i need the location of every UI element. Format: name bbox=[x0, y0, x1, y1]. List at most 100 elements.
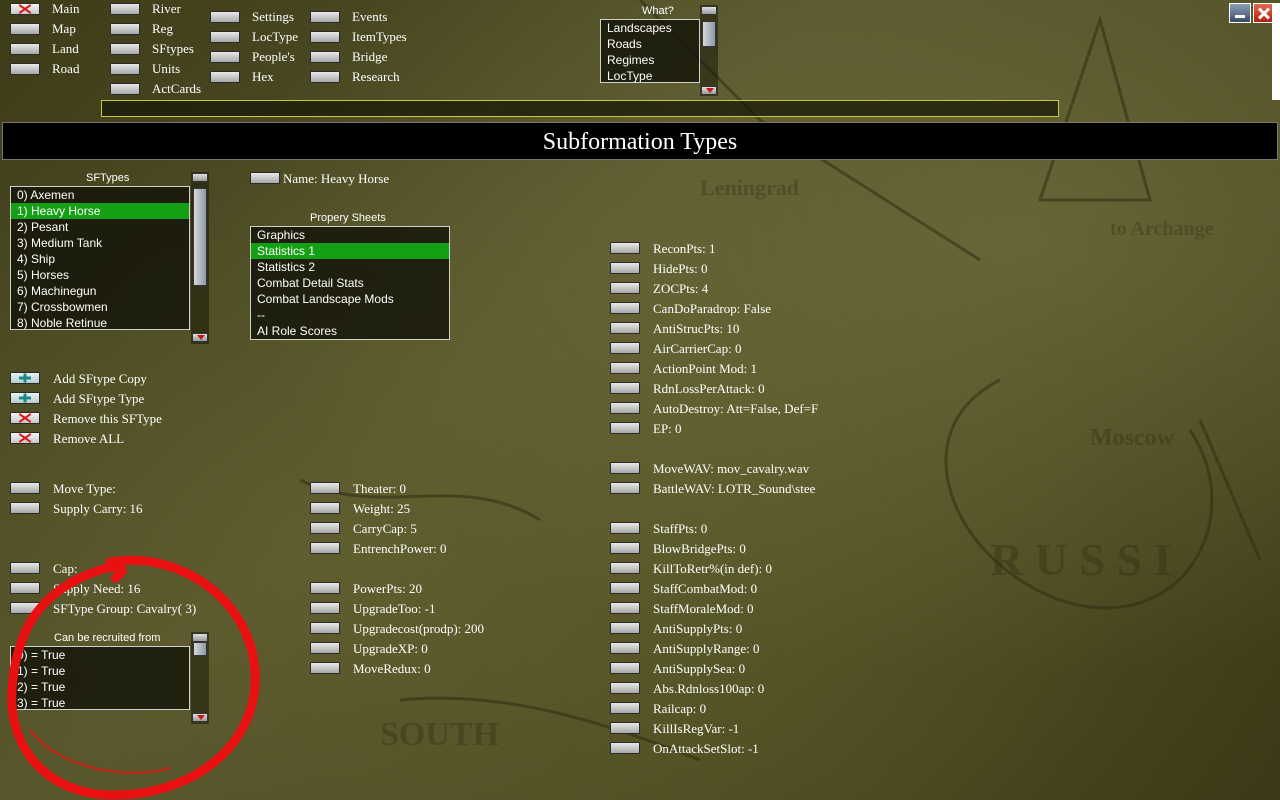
minimize-button[interactable] bbox=[1229, 3, 1251, 23]
hidepts-button[interactable] bbox=[610, 262, 640, 274]
battlewav-button[interactable] bbox=[610, 482, 640, 494]
supply-need-button[interactable] bbox=[10, 582, 40, 594]
property-sheet-item[interactable]: Statistics 2 bbox=[251, 259, 449, 275]
map-button[interactable] bbox=[10, 23, 40, 35]
add-sftype-copy-button[interactable] bbox=[10, 372, 40, 384]
sftype-item[interactable]: 7) Crossbowmen bbox=[11, 299, 189, 315]
what-list[interactable]: Landscapes Roads Regimes LocType bbox=[600, 19, 700, 83]
window-edge-scrollbar[interactable] bbox=[1272, 3, 1280, 100]
ep-button[interactable] bbox=[610, 422, 640, 434]
railcap-button[interactable] bbox=[610, 702, 640, 714]
staffpts-button[interactable] bbox=[610, 522, 640, 534]
scroll-down-arrow[interactable] bbox=[192, 333, 208, 342]
scroll-up-arrow[interactable] bbox=[192, 173, 208, 182]
recruit-item[interactable]: 3) = True bbox=[11, 695, 189, 709]
aircarriercap-button[interactable] bbox=[610, 342, 640, 354]
antisupplypts-button[interactable] bbox=[610, 622, 640, 634]
recruit-scrollbar[interactable] bbox=[191, 632, 209, 724]
autodestroy-button[interactable] bbox=[610, 402, 640, 414]
sftype-group-button[interactable] bbox=[10, 602, 40, 614]
sftype-item[interactable]: 0) Axemen bbox=[11, 187, 189, 203]
remove-sftype-button[interactable] bbox=[10, 412, 40, 424]
remove-all-button[interactable] bbox=[10, 432, 40, 444]
sftype-item[interactable]: 5) Horses bbox=[11, 267, 189, 283]
recruit-item[interactable]: 1) = True bbox=[11, 663, 189, 679]
units-button[interactable] bbox=[110, 63, 140, 75]
sftype-item[interactable]: 3) Medium Tank bbox=[11, 235, 189, 251]
actionpointmod-button[interactable] bbox=[610, 362, 640, 374]
zocpts-button[interactable] bbox=[610, 282, 640, 294]
theater-button[interactable] bbox=[310, 482, 340, 494]
killtoretr-button[interactable] bbox=[610, 562, 640, 574]
reg-button[interactable] bbox=[110, 23, 140, 35]
property-sheet-item[interactable]: Combat Landscape Mods bbox=[251, 291, 449, 307]
entrenchpower-button[interactable] bbox=[310, 542, 340, 554]
bridge-button[interactable] bbox=[310, 51, 340, 63]
property-sheet-item[interactable]: AI Role Scores bbox=[251, 323, 449, 339]
land-button[interactable] bbox=[10, 43, 40, 55]
recruit-item[interactable]: 0) = True bbox=[11, 647, 189, 663]
research-button[interactable] bbox=[310, 71, 340, 83]
property-sheet-item-selected[interactable]: Statistics 1 bbox=[251, 243, 449, 259]
sftypes-scrollbar[interactable] bbox=[191, 172, 209, 344]
events-button[interactable] bbox=[310, 11, 340, 23]
candoparadrop-button[interactable] bbox=[610, 302, 640, 314]
edit-name-button[interactable] bbox=[250, 172, 280, 184]
cap-button[interactable] bbox=[10, 562, 40, 574]
loctype-button[interactable] bbox=[210, 31, 240, 43]
sftypes-list[interactable]: 0) Axemen 1) Heavy Horse 2) Pesant 3) Me… bbox=[10, 186, 190, 330]
what-item[interactable]: Landscapes bbox=[601, 20, 699, 36]
property-sheet-item[interactable]: Combat Detail Stats bbox=[251, 275, 449, 291]
onattacksetslot-button[interactable] bbox=[610, 742, 640, 754]
what-scrollbar[interactable] bbox=[700, 5, 718, 96]
carrycap-button[interactable] bbox=[310, 522, 340, 534]
weight-button[interactable] bbox=[310, 502, 340, 514]
sftype-item-selected[interactable]: 1) Heavy Horse bbox=[11, 203, 189, 219]
scroll-up-arrow[interactable] bbox=[192, 633, 208, 642]
sftypes-button[interactable] bbox=[110, 43, 140, 55]
sftype-item[interactable]: 8) Noble Retinue bbox=[11, 315, 189, 329]
road-button[interactable] bbox=[10, 63, 40, 75]
main-button[interactable] bbox=[10, 3, 40, 15]
actcards-button[interactable] bbox=[110, 83, 140, 95]
sftype-item[interactable]: 4) Ship bbox=[11, 251, 189, 267]
antistrucpts-button[interactable] bbox=[610, 322, 640, 334]
scroll-down-arrow[interactable] bbox=[192, 713, 208, 722]
movewav-button[interactable] bbox=[610, 462, 640, 474]
recruit-item[interactable]: 2) = True bbox=[11, 679, 189, 695]
scroll-up-arrow[interactable] bbox=[701, 6, 717, 15]
what-item[interactable]: LocType bbox=[601, 68, 699, 82]
blowbridgepts-button[interactable] bbox=[610, 542, 640, 554]
rdnlossperattack-button[interactable] bbox=[610, 382, 640, 394]
killisregvar-button[interactable] bbox=[610, 722, 640, 734]
upgradetoo-button[interactable] bbox=[310, 602, 340, 614]
hex-button[interactable] bbox=[210, 71, 240, 83]
sftype-item[interactable]: 6) Machinegun bbox=[11, 283, 189, 299]
scroll-thumb[interactable] bbox=[702, 21, 716, 47]
peoples-button[interactable] bbox=[210, 51, 240, 63]
river-button[interactable] bbox=[110, 3, 140, 15]
property-sheets-list[interactable]: Graphics Statistics 1 Statistics 2 Comba… bbox=[250, 226, 450, 340]
property-sheet-item[interactable]: -- bbox=[251, 307, 449, 323]
recruit-list[interactable]: 0) = True 1) = True 2) = True 3) = True bbox=[10, 646, 190, 710]
powerpts-button[interactable] bbox=[310, 582, 340, 594]
antisupplysea-button[interactable] bbox=[610, 662, 640, 674]
scroll-thumb[interactable] bbox=[193, 642, 207, 656]
absrdnloss-button[interactable] bbox=[610, 682, 640, 694]
property-sheet-item[interactable]: Graphics bbox=[251, 227, 449, 243]
settings-button[interactable] bbox=[210, 11, 240, 23]
sftype-item[interactable]: 2) Pesant bbox=[11, 219, 189, 235]
antisupplyrange-button[interactable] bbox=[610, 642, 640, 654]
what-item[interactable]: Roads bbox=[601, 36, 699, 52]
upgradexp-button[interactable] bbox=[310, 642, 340, 654]
itemtypes-button[interactable] bbox=[310, 31, 340, 43]
staffmoralemod-button[interactable] bbox=[610, 602, 640, 614]
move-type-button[interactable] bbox=[10, 482, 40, 494]
moveredux-button[interactable] bbox=[310, 662, 340, 674]
add-sftype-type-button[interactable] bbox=[10, 392, 40, 404]
supply-carry-button[interactable] bbox=[10, 502, 40, 514]
what-item[interactable]: Regimes bbox=[601, 52, 699, 68]
upgradecost-button[interactable] bbox=[310, 622, 340, 634]
scroll-down-arrow[interactable] bbox=[701, 86, 717, 95]
reconpts-button[interactable] bbox=[610, 242, 640, 254]
